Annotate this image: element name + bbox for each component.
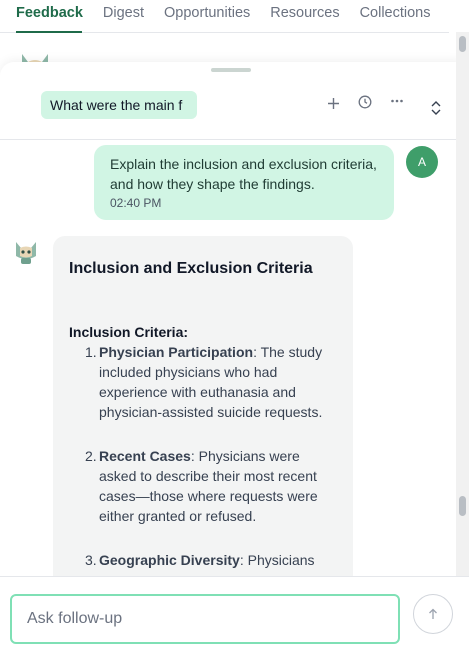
list-item-number: 1. (85, 344, 97, 360)
cat-avatar-icon (12, 238, 40, 266)
chat-messages: Explain the inclusion and exclusion crit… (0, 140, 469, 576)
expand-collapse-icon[interactable] (425, 97, 447, 119)
plus-icon[interactable] (322, 92, 344, 114)
tab-resources[interactable]: Resources (270, 4, 339, 22)
chat-header: What were the main f (0, 78, 469, 140)
send-button[interactable] (413, 594, 453, 634)
drag-handle[interactable] (211, 68, 251, 72)
answer-heading: Inclusion and Exclusion Criteria (69, 260, 313, 277)
list-item: 1. Physician Participation: The study in… (85, 342, 337, 422)
clock-icon[interactable] (354, 91, 376, 113)
arrow-up-icon (429, 608, 437, 619)
scrollbar-thumb[interactable] (459, 496, 466, 516)
list-item-number: 3. (85, 552, 97, 568)
scrollbar-thumb-top[interactable] (459, 36, 466, 52)
list-item-term: Recent Cases (99, 448, 191, 464)
active-tab-indicator (16, 31, 82, 33)
list-item: 3. Geographic Diversity: Physicians (85, 550, 337, 570)
tab-bar: Feedback Digest Opportunities Resources … (16, 4, 451, 22)
more-icon[interactable] (386, 90, 408, 112)
assistant-message-bubble: Inclusion and Exclusion Criteria Inclusi… (53, 236, 353, 576)
user-avatar: A (406, 146, 438, 178)
section-title: Inclusion Criteria: (69, 324, 189, 340)
user-message-time: 02:40 PM (110, 196, 162, 210)
composer (0, 576, 469, 666)
list-item-term: Physician Participation (99, 344, 254, 360)
user-message-bubble: Explain the inclusion and exclusion crit… (94, 145, 394, 220)
tab-opportunities[interactable]: Opportunities (164, 4, 250, 22)
tab-feedback[interactable]: Feedback (16, 4, 83, 22)
user-message-text: Explain the inclusion and exclusion crit… (110, 156, 377, 192)
list-item: 2. Recent Cases: Physicians were asked t… (85, 446, 337, 526)
conversation-title-chip[interactable]: What were the main f (41, 91, 197, 119)
list-item-number: 2. (85, 448, 97, 464)
ask-followup-input[interactable] (10, 594, 400, 644)
list-item-text: : Physicians (239, 552, 315, 568)
list-item-term: Geographic Diversity (99, 552, 240, 568)
tab-collections[interactable]: Collections (360, 4, 431, 22)
tab-digest[interactable]: Digest (103, 4, 144, 22)
scrollbar-track[interactable] (456, 32, 469, 576)
